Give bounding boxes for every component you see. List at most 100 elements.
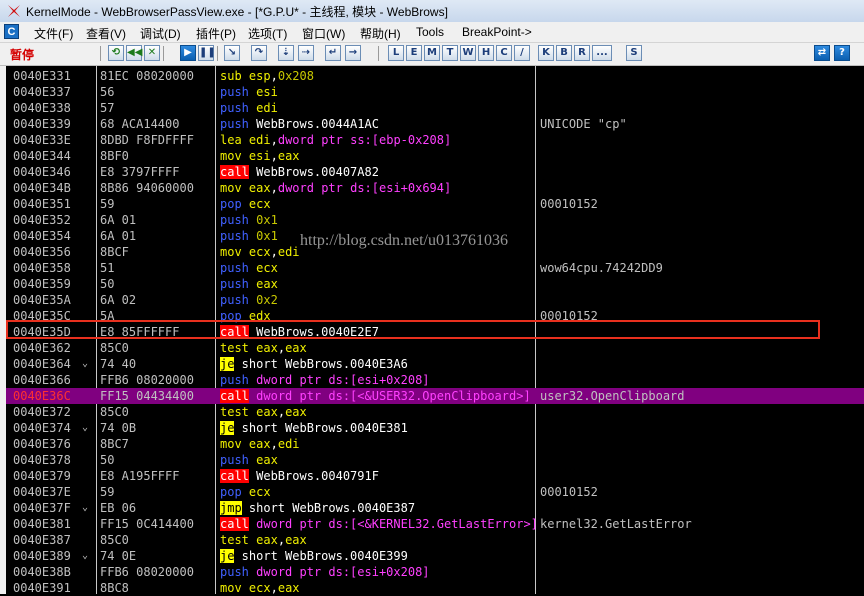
disasm-row[interactable]: 0040E379 E8 A195FFFF call WebBrows.0040791… [6, 468, 864, 484]
menu-help[interactable]: 帮助(H) [360, 25, 401, 42]
refresh-icon[interactable]: ⇄ [814, 45, 830, 61]
operand: eax [248, 181, 271, 195]
rewind-icon[interactable]: ◀◀ [126, 45, 142, 61]
disasm-row[interactable]: 0040E352 6A 01 push 0x1 [6, 212, 864, 228]
disasm-row[interactable]: 0040E372 85C0 test eax,eax [6, 404, 864, 420]
disasm-row[interactable]: 0040E376 8BC7 mov eax,edi [6, 436, 864, 452]
log-window-button[interactable]: L [388, 45, 404, 61]
breakpoints-window-button[interactable]: B [556, 45, 572, 61]
patches-window-button[interactable]: / [514, 45, 530, 61]
operand: , [270, 437, 278, 451]
disasm-row[interactable]: 0040E374 ⌄ 74 0B je short WebBrows.0040E381 [6, 420, 864, 436]
references-window-button[interactable]: R [574, 45, 590, 61]
disasm-row[interactable]: 0040E337 56 push esi [6, 84, 864, 100]
disasm-row[interactable]: 0040E37F ⌄ EB 06 jmp short WebBrows.0040E38… [6, 500, 864, 516]
menu-plugins[interactable]: 插件(P) [196, 25, 236, 42]
hex-bytes: 85C0 [100, 533, 129, 547]
operand: , [277, 341, 286, 355]
disasm-row[interactable]: 0040E387 85C0 test eax,eax [6, 532, 864, 548]
disassembly: mov ecx,edi [220, 244, 300, 260]
handles-window-button[interactable]: H [478, 45, 494, 61]
run-icon[interactable]: ▶ [180, 45, 196, 61]
modules-window-button[interactable]: E [406, 45, 422, 61]
window-title: KernelMode - WebBrowserPassView.exe - [*… [26, 5, 448, 19]
operand: short WebBrows.0040E387 [241, 501, 416, 515]
disasm-row[interactable]: 0040E33E 8DBD F8FDFFFF lea edi,dword ptr s… [6, 132, 864, 148]
operand [242, 437, 249, 451]
disasm-row[interactable]: 0040E366 FFB6 08020000 push dword ptr ds:[… [6, 372, 864, 388]
watermark: http://blog.csdn.net/u013761036 [300, 232, 508, 249]
address: 0040E35A [13, 293, 71, 307]
disasm-row[interactable]: 0040E331 81EC 08020000 sub esp,0x208 [6, 68, 864, 84]
menu-window[interactable]: 窗口(W) [302, 25, 345, 42]
operand: dword ptr ds:[<&KERNEL32.GetLastError>] [256, 517, 538, 531]
source-window-button[interactable]: S [626, 45, 642, 61]
disassembly: push 0x1 [220, 228, 278, 244]
disasm-row[interactable]: 0040E358 51 push ecx wow64cpu.74242DD9 [6, 260, 864, 276]
disasm-row[interactable]: 0040E344 8BF0 mov esi,eax [6, 148, 864, 164]
operand [242, 69, 249, 83]
operand [242, 581, 249, 595]
disasm-row[interactable]: 0040E381 FF15 0C414400 call dword ptr ds:[… [6, 516, 864, 532]
disasm-row[interactable]: 0040E34B 8B86 94060000 mov eax,dword ptr d… [6, 180, 864, 196]
trace-into-icon[interactable]: ⇣ [278, 45, 294, 61]
address: 0040E33E [13, 133, 71, 147]
operand: eax [256, 277, 278, 291]
disasm-row[interactable]: 0040E35A 6A 02 push 0x2 [6, 292, 864, 308]
hex-bytes: FFB6 08020000 [100, 565, 194, 579]
hex-bytes: 74 40 [100, 357, 137, 371]
operand: 0x1 [256, 213, 278, 227]
disasm-row[interactable]: 0040E362 85C0 test eax,eax [6, 340, 864, 356]
help-icon[interactable]: ? [834, 45, 850, 61]
windows-window-button[interactable]: W [460, 45, 476, 61]
threads-window-button[interactable]: T [442, 45, 458, 61]
operand: eax [285, 341, 307, 355]
menu-debug[interactable]: 调试(D) [140, 25, 181, 42]
cpu-window-icon[interactable]: C [4, 24, 19, 39]
comment: wow64cpu.74242DD9 [540, 261, 663, 275]
hex-bytes: 50 [100, 277, 115, 291]
disassembly: mov eax,dword ptr ds:[esi+0x694] [220, 180, 451, 196]
disasm-row[interactable]: 0040E339 68 ACA14400 push WebBrows.0044A1A… [6, 116, 864, 132]
call-stack-window-button[interactable]: K [538, 45, 554, 61]
hex-bytes: 8BF0 [100, 149, 129, 163]
restart-icon[interactable]: ⟲ [108, 45, 124, 61]
mnemonic: sub [220, 69, 242, 83]
goto-icon[interactable]: → [345, 45, 361, 61]
address: 0040E34B [13, 181, 71, 195]
operand: eax [277, 149, 300, 163]
run-trace-window-button[interactable]: ... [592, 45, 612, 61]
execute-till-return-icon[interactable]: ↵ [325, 45, 341, 61]
operand: esi [256, 85, 278, 99]
memory-window-button[interactable]: M [424, 45, 440, 61]
disasm-row[interactable]: 0040E338 57 push edi [6, 100, 864, 116]
disasm-row[interactable]: 0040E38B FFB6 08020000 push dword ptr ds:[… [6, 564, 864, 580]
hex-bytes: E8 3797FFFF [100, 165, 180, 179]
address: 0040E38B [13, 565, 71, 579]
menu-file[interactable]: 文件(F) [34, 25, 73, 42]
close-icon[interactable]: ✕ [144, 45, 160, 61]
disasm-row[interactable]: 0040E389 ⌄ 74 0E je short WebBrows.0040E399 [6, 548, 864, 564]
menu-view[interactable]: 查看(V) [86, 25, 126, 42]
disasm-row[interactable]: 0040E378 50 push eax [6, 452, 864, 468]
hex-bytes: 8DBD F8FDFFFF [100, 133, 194, 147]
menu-options[interactable]: 选项(T) [248, 25, 287, 42]
cpu-window-button[interactable]: C [496, 45, 512, 61]
disasm-row[interactable]: 0040E359 50 push eax [6, 276, 864, 292]
disasm-row[interactable]: 0040E346 E8 3797FFFF call WebBrows.00407A8… [6, 164, 864, 180]
trace-over-icon[interactable]: ⇢ [298, 45, 314, 61]
step-into-icon[interactable]: ↘ [224, 45, 240, 61]
hex-bytes: 85C0 [100, 341, 129, 355]
operand [242, 197, 249, 211]
disassembly: push ecx [220, 260, 278, 276]
step-over-icon[interactable]: ↷ [251, 45, 267, 61]
address: 0040E374 [13, 421, 71, 435]
menu-tools[interactable]: Tools [416, 25, 444, 39]
disasm-row-selected[interactable]: 0040E36C FF15 04434400 call dword ptr ds:[… [6, 388, 864, 404]
disasm-row[interactable]: 0040E364 ⌄ 74 40 je short WebBrows.0040E3A6 [6, 356, 864, 372]
pause-icon[interactable]: ❚❚ [198, 45, 216, 61]
disasm-row[interactable]: 0040E351 59 pop ecx 00010152 [6, 196, 864, 212]
disasm-row[interactable]: 0040E37E 59 pop ecx 00010152 [6, 484, 864, 500]
menu-breakpoint[interactable]: BreakPoint-> [462, 25, 532, 39]
disassembly: mov esi,eax [220, 148, 300, 164]
